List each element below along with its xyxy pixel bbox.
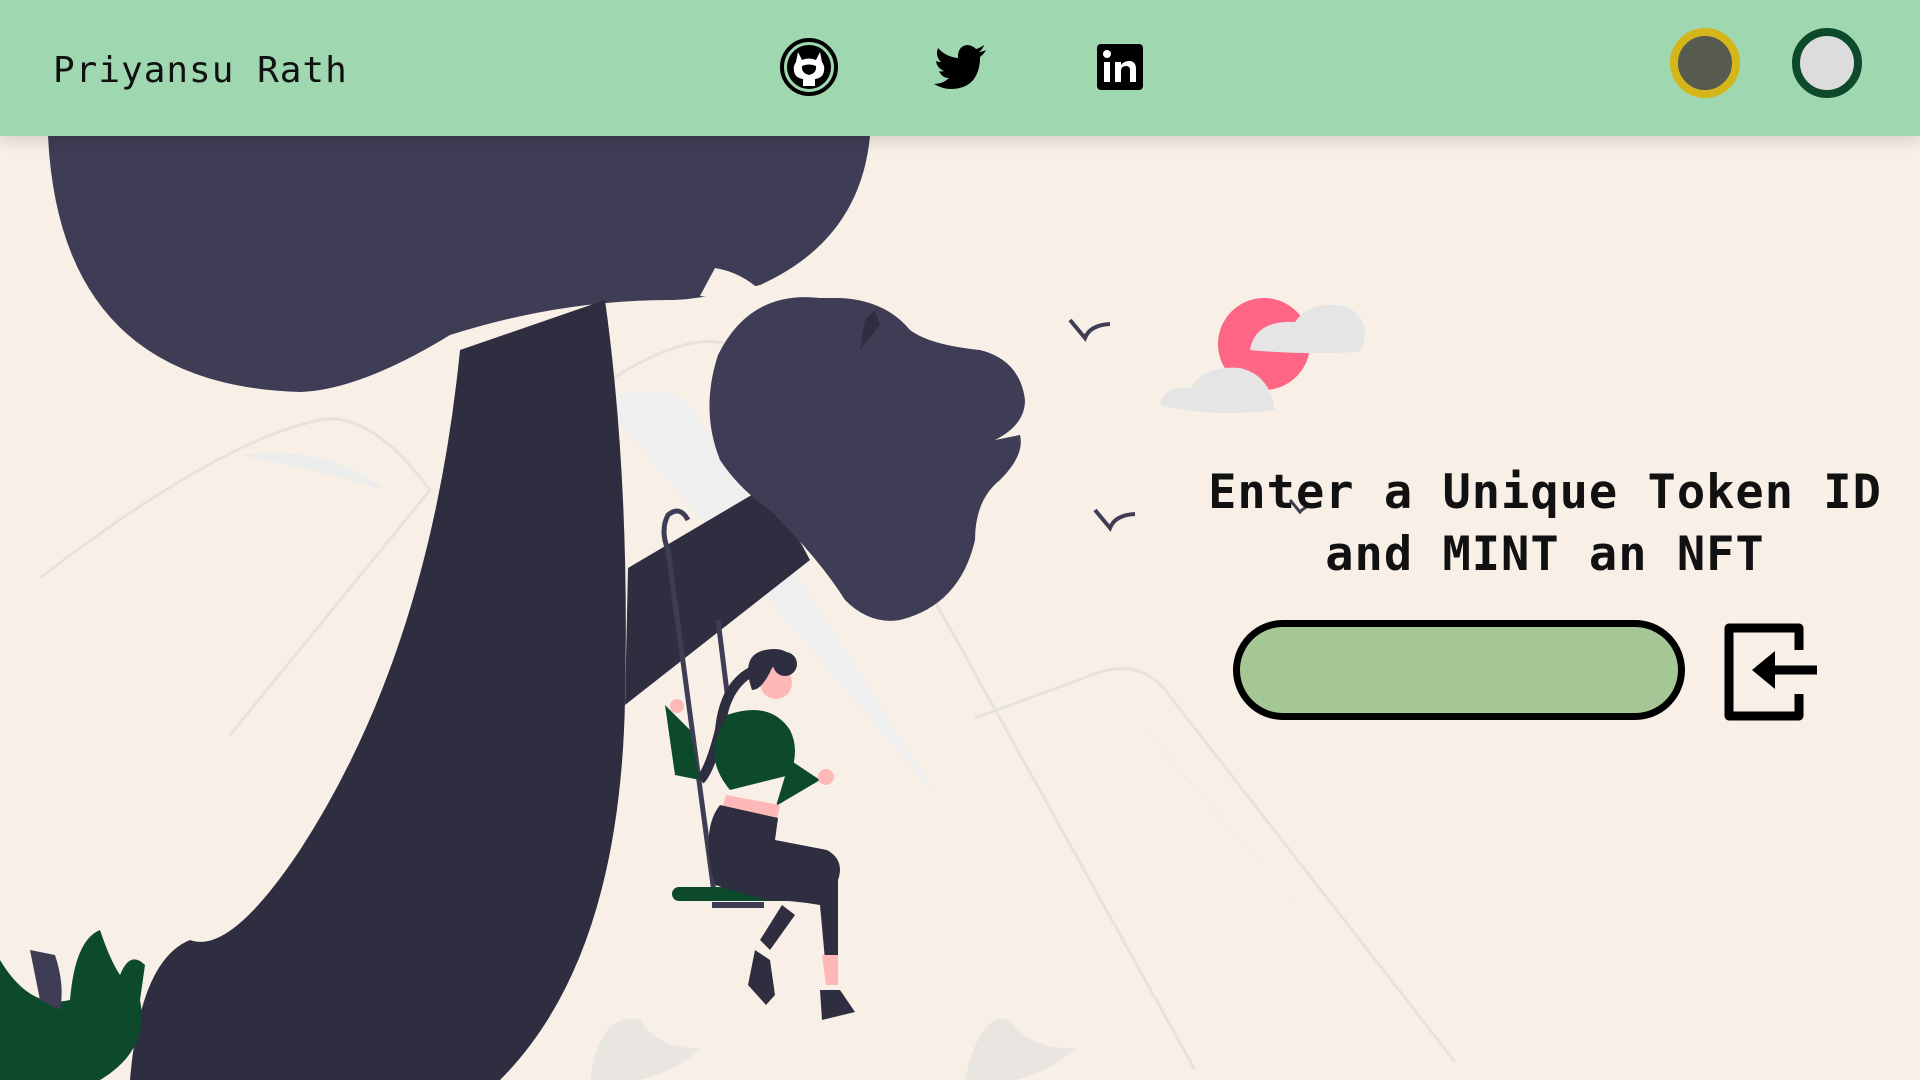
mint-submit-button[interactable]: [1721, 620, 1821, 724]
github-icon: [780, 38, 838, 96]
mint-panel: Enter a Unique Token ID and MINT an NFT: [1195, 462, 1895, 721]
dark-theme-toggle[interactable]: [1670, 28, 1740, 98]
linkedin-icon: [1097, 44, 1143, 90]
linkedin-link[interactable]: [1089, 36, 1151, 98]
site-brand[interactable]: Priyansu Rath: [53, 50, 348, 91]
light-theme-toggle[interactable]: [1792, 28, 1862, 98]
mint-heading-line1: Enter a Unique Token ID: [1208, 465, 1882, 520]
mint-heading: Enter a Unique Token ID and MINT an NFT: [1195, 462, 1895, 586]
token-id-input[interactable]: [1233, 620, 1685, 720]
top-navbar: Priyansu Rath: [0, 0, 1920, 136]
login-arrow-icon: [1724, 623, 1817, 721]
twitter-icon: [934, 45, 986, 89]
twitter-link[interactable]: [930, 36, 992, 98]
github-link[interactable]: [778, 36, 840, 98]
mint-heading-line2: and MINT an NFT: [1325, 527, 1765, 582]
